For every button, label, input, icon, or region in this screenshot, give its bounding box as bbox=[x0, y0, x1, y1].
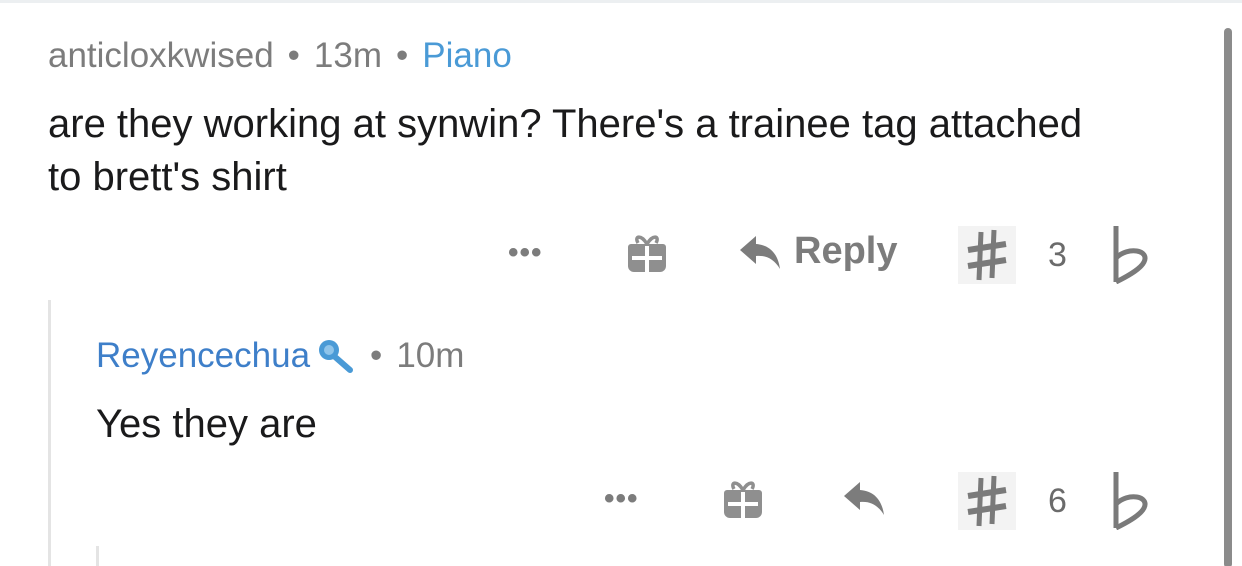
reply-button[interactable]: Reply bbox=[738, 230, 897, 273]
upvote-button[interactable] bbox=[958, 226, 1016, 284]
separator-dot: • bbox=[396, 36, 409, 75]
vote-count: 6 bbox=[1048, 482, 1067, 520]
downvote-button[interactable] bbox=[1110, 470, 1152, 530]
vote-score: 6 bbox=[1048, 482, 1067, 521]
comment-meta: Reyencechua • 10m bbox=[96, 336, 464, 376]
reply-arrow-icon bbox=[842, 478, 886, 518]
comment-body: are they working at synwin? There's a tr… bbox=[48, 102, 1083, 199]
upvote-button[interactable] bbox=[958, 472, 1016, 530]
comment-thread: anticloxkwised • 13m • Piano are they wo… bbox=[0, 0, 1242, 566]
more-options-button[interactable]: ••• bbox=[604, 482, 639, 516]
flat-icon bbox=[1110, 470, 1152, 530]
comment-username[interactable]: anticloxkwised bbox=[48, 36, 274, 76]
separator-dot: • bbox=[370, 336, 383, 375]
comment-time: 13m bbox=[313, 36, 383, 75]
vote-count: 3 bbox=[1048, 236, 1067, 274]
flat-icon bbox=[1110, 224, 1152, 284]
downvote-button[interactable] bbox=[1110, 224, 1152, 284]
comment-time: 10m bbox=[396, 336, 465, 375]
award-button[interactable] bbox=[626, 232, 668, 274]
reply-button[interactable] bbox=[842, 478, 886, 518]
thread-line[interactable] bbox=[96, 546, 99, 566]
scrollbar[interactable] bbox=[1224, 28, 1232, 566]
award-button[interactable] bbox=[722, 478, 764, 520]
ellipsis-icon: ••• bbox=[508, 236, 543, 269]
more-options-button[interactable]: ••• bbox=[508, 236, 543, 270]
comment-username[interactable]: Reyencechua bbox=[96, 336, 310, 376]
gift-icon bbox=[626, 232, 668, 274]
user-flair: Piano bbox=[422, 36, 512, 75]
separator-dot: • bbox=[287, 36, 300, 75]
sharp-icon bbox=[958, 472, 1016, 530]
thread-line[interactable] bbox=[48, 300, 51, 566]
reply-arrow-icon bbox=[738, 232, 782, 272]
comment-body: Yes they are bbox=[96, 402, 317, 446]
vote-score: 3 bbox=[1048, 236, 1067, 275]
reply-label: Reply bbox=[794, 230, 898, 272]
top-divider bbox=[0, 0, 1242, 3]
microphone-icon bbox=[316, 336, 356, 376]
comment-meta: anticloxkwised • 13m • Piano bbox=[48, 36, 512, 76]
gift-icon bbox=[722, 478, 764, 520]
sharp-icon bbox=[958, 226, 1016, 284]
ellipsis-icon: ••• bbox=[604, 482, 639, 515]
